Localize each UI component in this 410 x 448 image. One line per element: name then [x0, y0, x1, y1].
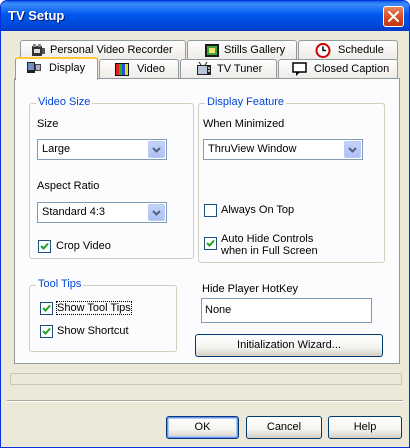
video-size-group: Video Size Size Large Aspect Ratio Stand… [29, 96, 194, 259]
tab-video[interactable]: Video [99, 59, 179, 79]
tab-schedule[interactable]: Schedule [298, 40, 398, 60]
show-tool-tips-checkbox[interactable] [40, 302, 53, 315]
ok-label: OK [194, 421, 211, 433]
checkmark-icon [40, 242, 49, 250]
display-tab-panel: Video Size Size Large Aspect Ratio Stand… [14, 78, 400, 364]
when-minimized-value: ThruView Window [208, 143, 297, 155]
film-reel-icon [32, 44, 45, 56]
size-select[interactable]: Large [37, 139, 167, 160]
tab-closed-caption[interactable]: Closed Caption [278, 59, 398, 79]
help-label: Help [353, 421, 377, 433]
window-title: TV Setup [8, 8, 65, 23]
auto-hide-controls-label[interactable]: Auto Hide Controls [221, 233, 313, 245]
size-label: Size [37, 118, 59, 130]
clock-icon [315, 43, 331, 58]
tv-tuner-icon [197, 62, 211, 75]
checkmark-icon [42, 327, 51, 335]
close-icon [388, 11, 399, 22]
when-minimized-select[interactable]: ThruView Window [203, 139, 363, 160]
hotkey-value: None [205, 304, 232, 316]
crop-video-checkbox[interactable] [38, 240, 51, 253]
when-minimized-label: When Minimized [203, 118, 285, 130]
chevron-down-icon [152, 147, 161, 153]
initialization-wizard-label: Initialization Wizard... [237, 339, 341, 351]
auto-hide-controls-label-line2[interactable]: when in Full Screen [221, 245, 318, 257]
dropdown-button[interactable] [148, 204, 165, 221]
size-value: Large [42, 143, 71, 155]
tab-label: Closed Caption [314, 63, 390, 75]
display-icon [27, 62, 41, 73]
chevron-down-icon [348, 147, 357, 153]
caption-icon [292, 62, 307, 76]
initialization-wizard-button[interactable]: Initialization Wizard... [195, 334, 383, 357]
tab-label: Display [49, 62, 86, 74]
title-bar[interactable]: TV Setup [1, 1, 409, 31]
tab-label: Video [137, 63, 165, 75]
always-on-top-checkbox[interactable] [204, 204, 217, 217]
show-tool-tips-label[interactable]: Show Tool Tips [56, 301, 132, 315]
cancel-button[interactable]: Cancel [246, 416, 322, 439]
always-on-top-label[interactable]: Always On Top [221, 204, 294, 216]
tab-label: TV Tuner [217, 63, 263, 75]
checkmark-icon [42, 304, 51, 312]
help-button[interactable]: Help [328, 416, 402, 439]
tab-label: Stills Gallery [224, 44, 286, 56]
tab-label: Personal Video Recorder [50, 44, 173, 56]
chevron-down-icon [152, 210, 161, 216]
status-bar [10, 373, 402, 385]
aspect-ratio-value: Standard 4:3 [42, 206, 105, 218]
tv-setup-dialog: TV Setup Personal Video Recorder Stills … [0, 0, 410, 448]
tab-display[interactable]: Display [15, 57, 98, 80]
display-feature-group: Display Feature When Minimized ThruView … [198, 96, 385, 263]
tab-label: Schedule [338, 44, 384, 56]
aspect-ratio-select[interactable]: Standard 4:3 [37, 202, 167, 223]
dropdown-button[interactable] [344, 141, 361, 158]
checkmark-icon [206, 239, 215, 247]
dropdown-button[interactable] [148, 141, 165, 158]
video-size-legend: Video Size [36, 96, 93, 108]
tab-tv-tuner[interactable]: TV Tuner [180, 59, 277, 79]
tab-stills-gallery[interactable]: Stills Gallery [187, 40, 297, 60]
auto-hide-controls-checkbox[interactable] [204, 237, 217, 250]
tool-tips-legend: Tool Tips [36, 278, 84, 290]
crop-video-label[interactable]: Crop Video [56, 240, 111, 252]
display-feature-legend: Display Feature [205, 96, 287, 108]
separator [7, 400, 403, 402]
video-bars-icon [115, 63, 129, 76]
close-button[interactable] [383, 6, 404, 27]
ok-button[interactable]: OK [166, 416, 239, 439]
show-shortcut-label[interactable]: Show Shortcut [57, 325, 129, 337]
gallery-icon [205, 44, 219, 57]
hide-player-hotkey-input[interactable]: None [201, 298, 372, 323]
aspect-ratio-label: Aspect Ratio [37, 180, 100, 192]
cancel-label: Cancel [266, 421, 302, 433]
hide-player-hotkey-label: Hide Player HotKey [202, 283, 298, 295]
show-shortcut-checkbox[interactable] [40, 325, 53, 338]
tool-tips-group: Tool Tips Show Tool Tips Show Shortcut [29, 278, 177, 352]
